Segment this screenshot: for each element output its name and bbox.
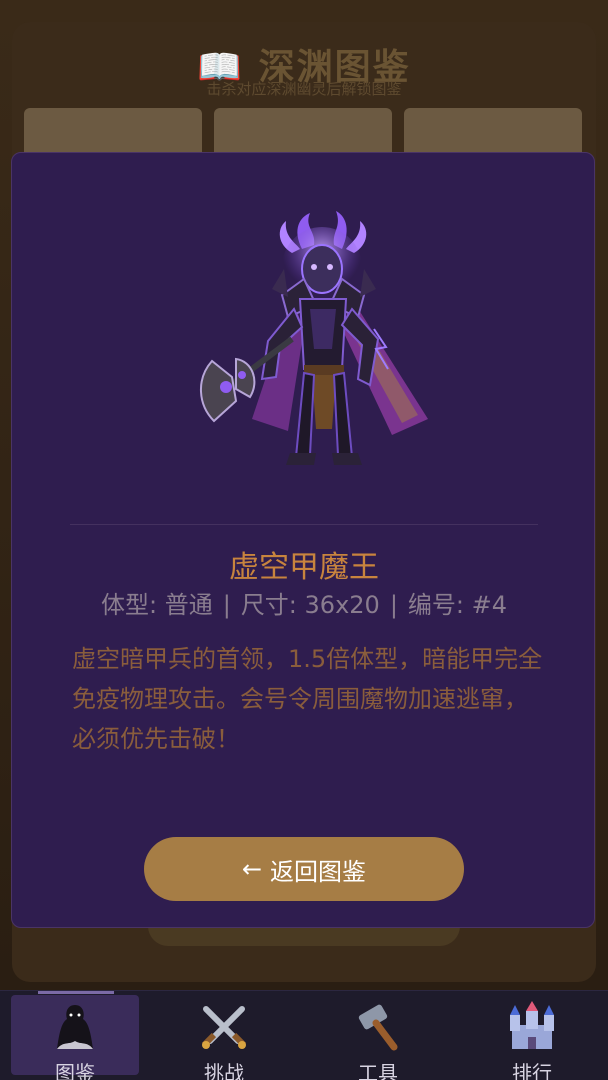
- back-button-label: 返回图鉴: [270, 857, 367, 886]
- bottom-nav: 图鉴 挑战 工具 排行: [0, 990, 608, 1080]
- nav-label-tools: 工具: [358, 1061, 398, 1080]
- back-to-bestiary-button[interactable]: ← 返回图鉴: [144, 837, 464, 901]
- nav-item-ranking[interactable]: 排行: [468, 995, 596, 1080]
- monster-name: 虚空甲魔王: [229, 550, 379, 585]
- meta-number: 编号: #4: [407, 591, 507, 619]
- meta-dimensions: 尺寸: 36x20: [240, 591, 380, 619]
- monster-sprite-icon: [199, 211, 428, 465]
- nav-label-challenge: 挑战: [204, 1061, 244, 1080]
- divider: [70, 524, 538, 525]
- nav-label-bestiary: 图鉴: [55, 1061, 95, 1080]
- castle-icon: [510, 1001, 554, 1049]
- monster-description: 虚空暗甲兵的首领，1.5倍体型，暗能甲完全免疫物理攻击。会号令周围魔物加速逃窜，…: [72, 645, 543, 753]
- crossed-swords-icon: [201, 1006, 247, 1049]
- meta-separator: |: [222, 591, 231, 619]
- meta-size-type: 体型: 普通: [101, 591, 213, 619]
- active-tab-indicator: [38, 991, 114, 994]
- nav-item-bestiary[interactable]: 图鉴: [11, 995, 139, 1080]
- monster-meta: 体型: 普通 | 尺寸: 36x20 | 编号: #4: [12, 585, 596, 620]
- back-arrow-icon: ←: [241, 855, 263, 883]
- hammer-icon: [358, 1004, 398, 1051]
- nav-item-tools[interactable]: 工具: [314, 995, 442, 1080]
- meta-separator: |: [389, 591, 398, 619]
- page-subtitle: 击杀对应深渊幽灵后解锁图鉴: [206, 80, 402, 98]
- monster-detail-modal: 虚空甲魔王 体型: 普通 | 尺寸: 36x20 | 编号: #4 虚空暗甲兵的首领，1…: [11, 152, 595, 928]
- nav-label-ranking: 排行: [512, 1061, 552, 1080]
- ghost-figure-icon: [57, 1005, 93, 1049]
- nav-item-challenge[interactable]: 挑战: [160, 995, 288, 1080]
